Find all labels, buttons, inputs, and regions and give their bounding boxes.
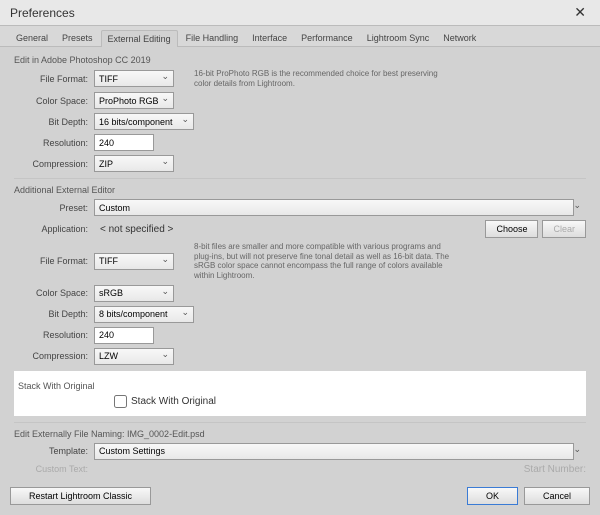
restart-button[interactable]: Restart Lightroom Classic	[10, 487, 151, 505]
stack-checkbox[interactable]	[114, 395, 127, 408]
compression-select-2[interactable]: LZW	[94, 348, 174, 365]
application-label: Application:	[14, 224, 94, 234]
clear-button: Clear	[542, 220, 586, 238]
color-space-select-2[interactable]: sRGB	[94, 285, 174, 302]
tab-lightroom-sync[interactable]: Lightroom Sync	[361, 30, 436, 46]
bit-depth-label-2: Bit Depth:	[14, 309, 94, 319]
compression-label: Compression:	[14, 159, 94, 169]
color-space-label-2: Color Space:	[14, 288, 94, 298]
stack-title: Stack With Original	[18, 381, 586, 391]
close-icon[interactable]: ✕	[570, 4, 590, 21]
window-title: Preferences	[10, 6, 75, 20]
cancel-button[interactable]: Cancel	[524, 487, 590, 505]
bit-depth-select-2[interactable]: 8 bits/component	[94, 306, 194, 323]
content: Edit in Adobe Photoshop CC 2019 File For…	[0, 47, 600, 485]
footer: Restart Lightroom Classic OK Cancel	[10, 487, 590, 505]
section1-hint: 16-bit ProPhoto RGB is the recommended c…	[194, 69, 454, 88]
file-format-label: File Format:	[14, 74, 94, 84]
resolution-input-2[interactable]	[94, 327, 154, 344]
titlebar: Preferences ✕	[0, 0, 600, 26]
tab-network[interactable]: Network	[437, 30, 482, 46]
bit-depth-select[interactable]: 16 bits/component	[94, 113, 194, 130]
resolution-input[interactable]	[94, 134, 154, 151]
naming-title: Edit Externally File Naming: IMG_0002-Ed…	[14, 429, 586, 439]
color-space-label: Color Space:	[14, 96, 94, 106]
compression-label-2: Compression:	[14, 351, 94, 361]
start-number-label: Start Number:	[524, 464, 586, 475]
section1-title: Edit in Adobe Photoshop CC 2019	[14, 55, 586, 65]
file-format-select[interactable]: TIFF	[94, 70, 174, 87]
tab-general[interactable]: General	[10, 30, 54, 46]
tab-file-handling[interactable]: File Handling	[180, 30, 245, 46]
application-value: < not specified >	[100, 224, 173, 235]
preset-select[interactable]: Custom	[94, 199, 574, 216]
section2-hint: 8-bit files are smaller and more compati…	[194, 242, 454, 280]
color-space-select[interactable]: ProPhoto RGB	[94, 92, 174, 109]
tab-presets[interactable]: Presets	[56, 30, 99, 46]
resolution-label: Resolution:	[14, 138, 94, 148]
ok-button[interactable]: OK	[467, 487, 518, 505]
resolution-label-2: Resolution:	[14, 330, 94, 340]
file-format-select-2[interactable]: TIFF	[94, 253, 174, 270]
tab-external-editing[interactable]: External Editing	[101, 30, 178, 47]
preset-label: Preset:	[14, 203, 94, 213]
template-label: Template:	[14, 446, 94, 456]
tab-interface[interactable]: Interface	[246, 30, 293, 46]
stack-section: Stack With Original Stack With Original	[14, 371, 586, 416]
tab-performance[interactable]: Performance	[295, 30, 359, 46]
choose-button[interactable]: Choose	[485, 220, 538, 238]
file-format-label-2: File Format:	[14, 256, 94, 266]
tabs: General Presets External Editing File Ha…	[0, 26, 600, 47]
custom-text-label: Custom Text:	[14, 464, 94, 474]
template-select[interactable]: Custom Settings	[94, 443, 574, 460]
stack-checkbox-label: Stack With Original	[131, 396, 216, 407]
bit-depth-label: Bit Depth:	[14, 117, 94, 127]
section2-title: Additional External Editor	[14, 185, 586, 195]
compression-select[interactable]: ZIP	[94, 155, 174, 172]
